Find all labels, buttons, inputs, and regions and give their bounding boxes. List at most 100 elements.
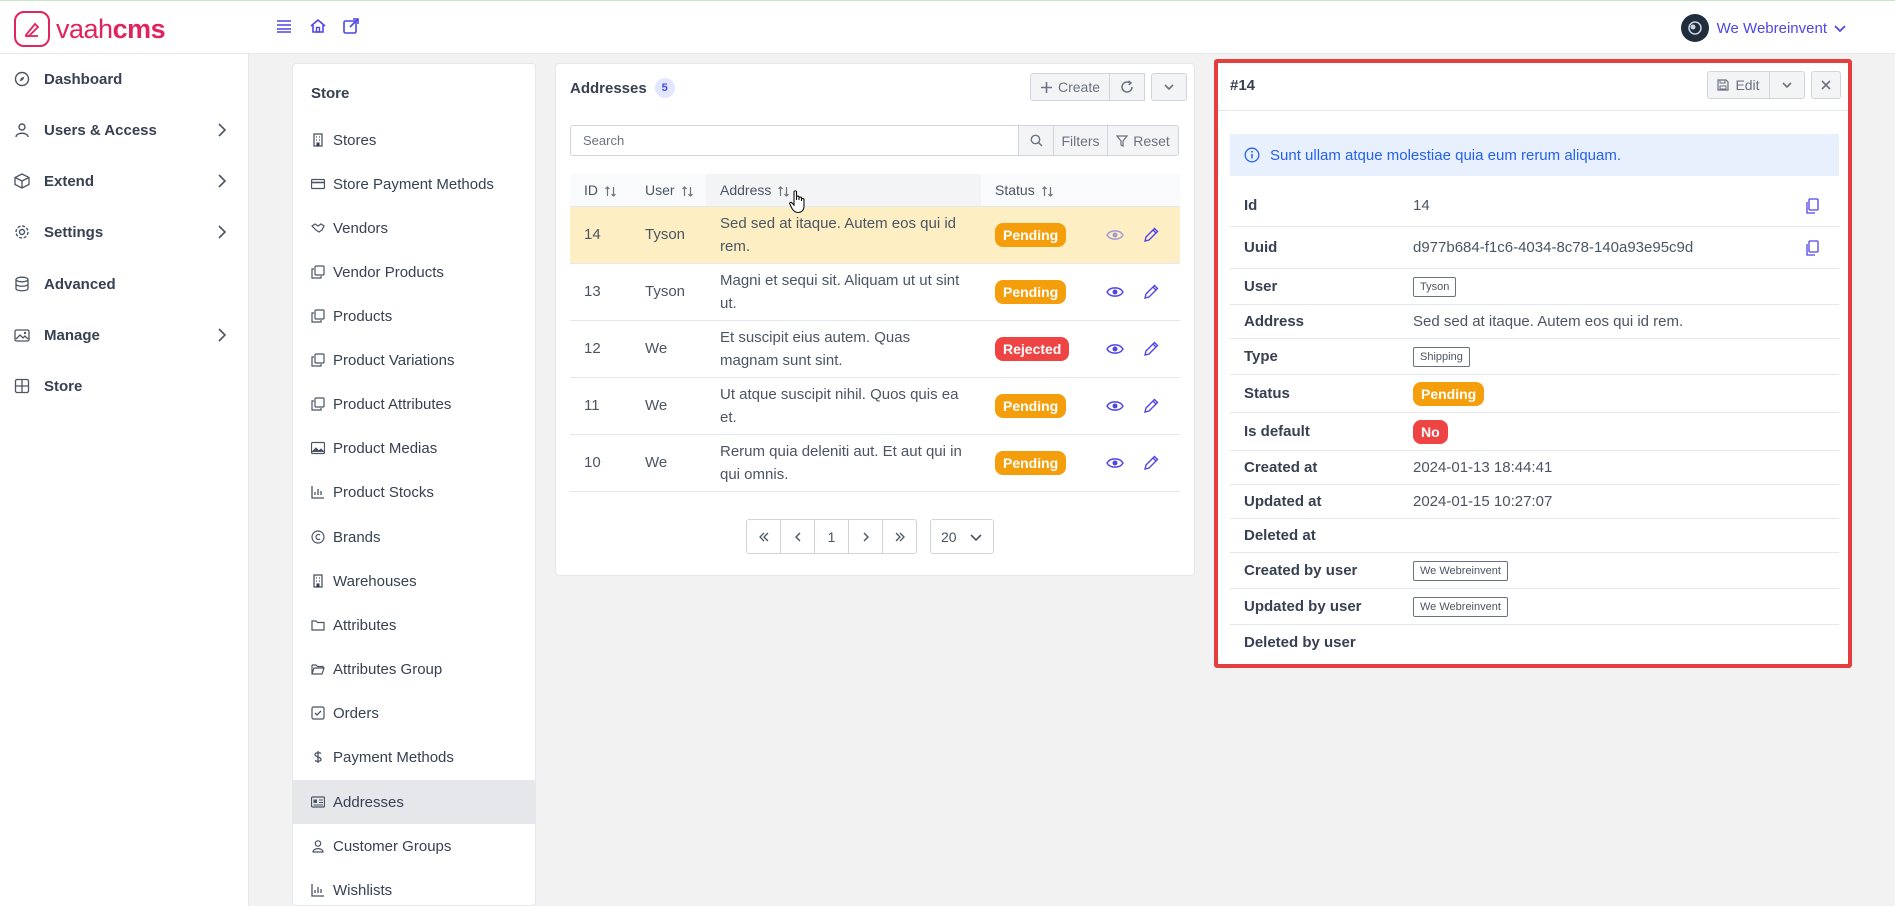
table-row[interactable]: 14 Tyson Sed sed at itaque. Autem eos qu… bbox=[570, 206, 1180, 264]
list-toolbar: Create bbox=[1030, 73, 1187, 101]
logo-text: vaahcms bbox=[56, 13, 166, 44]
cell-status: Pending bbox=[981, 206, 1092, 264]
cell-id: 11 bbox=[570, 377, 631, 435]
refresh-button[interactable] bbox=[1109, 73, 1145, 101]
filters-button[interactable]: Filters bbox=[1053, 125, 1108, 156]
cell-user: We bbox=[631, 434, 706, 492]
submenu-item-wishlists[interactable]: Wishlists bbox=[293, 868, 535, 906]
submenu-item-customer-groups[interactable]: Customer Groups bbox=[293, 824, 535, 868]
submenu-item-payment-methods[interactable]: Payment Methods bbox=[293, 735, 535, 779]
submenu-item-product-medias[interactable]: Product Medias bbox=[293, 426, 535, 470]
create-button[interactable]: Create bbox=[1030, 73, 1110, 101]
column-header-user[interactable]: User bbox=[631, 174, 706, 207]
top-bar: vaahcms We Webreinvent bbox=[0, 0, 1895, 54]
submenu-item-products[interactable]: Products bbox=[293, 294, 535, 338]
nav-item-extend[interactable]: Extend bbox=[0, 161, 249, 201]
submenu-item-stores[interactable]: Stores bbox=[293, 118, 535, 162]
chevrons-right-icon bbox=[894, 531, 906, 543]
column-header-id[interactable]: ID bbox=[570, 174, 631, 207]
id-card-icon bbox=[311, 795, 325, 809]
sort-icon bbox=[1041, 185, 1054, 198]
close-button[interactable] bbox=[1811, 71, 1841, 99]
copy-icon[interactable] bbox=[1805, 239, 1819, 256]
submenu-item-vendor-products[interactable]: Vendor Products bbox=[293, 250, 535, 294]
detail-row-type: Type Shipping bbox=[1230, 339, 1839, 375]
left-nav: Dashboard Users & Access Extend Settings… bbox=[0, 54, 249, 906]
submenu-item-orders[interactable]: Orders bbox=[293, 691, 535, 735]
status-badge: Pending bbox=[995, 450, 1067, 475]
nav-item-settings[interactable]: Settings bbox=[0, 212, 249, 252]
cell-actions bbox=[1092, 434, 1180, 492]
table-row[interactable]: 12 We Et suscipit eius autem. Quas magna… bbox=[570, 320, 1180, 378]
edit-pencil-icon[interactable] bbox=[1142, 226, 1160, 244]
submenu-item-product-variations[interactable]: Product Variations bbox=[293, 338, 535, 382]
cell-user: Tyson bbox=[631, 206, 706, 264]
edit-pencil-icon[interactable] bbox=[1142, 340, 1160, 358]
filter-clear-icon bbox=[1116, 134, 1129, 147]
copyright-icon bbox=[311, 530, 325, 544]
external-link-icon[interactable] bbox=[342, 17, 362, 37]
nav-item-users-access[interactable]: Users & Access bbox=[0, 110, 249, 150]
submenu-item-warehouses[interactable]: Warehouses bbox=[293, 559, 535, 603]
edit-pencil-icon[interactable] bbox=[1142, 454, 1160, 472]
reset-button[interactable]: Reset bbox=[1107, 125, 1179, 156]
nav-item-manage[interactable]: Manage bbox=[0, 315, 249, 355]
column-header-status[interactable]: Status bbox=[981, 174, 1092, 207]
submenu-item-vendors[interactable]: Vendors bbox=[293, 206, 535, 250]
column-header-address[interactable]: Address bbox=[706, 174, 981, 207]
detail-more-button[interactable] bbox=[1769, 71, 1805, 99]
view-eye-icon[interactable] bbox=[1106, 397, 1124, 415]
cell-address: Sed sed at itaque. Autem eos qui id rem. bbox=[706, 206, 981, 264]
prev-page-button[interactable] bbox=[780, 519, 815, 554]
home-icon[interactable] bbox=[309, 17, 329, 37]
edit-pencil-icon[interactable] bbox=[1142, 397, 1160, 415]
chevron-right-icon bbox=[215, 122, 229, 138]
edit-pencil-icon[interactable] bbox=[1142, 283, 1160, 301]
submenu-item-brands[interactable]: Brands bbox=[293, 515, 535, 559]
submenu-item-product-stocks[interactable]: Product Stocks bbox=[293, 470, 535, 514]
view-eye-icon[interactable] bbox=[1106, 283, 1124, 301]
table-row[interactable]: 11 We Ut atque suscipit nihil. Quos quis… bbox=[570, 377, 1180, 435]
logo[interactable]: vaahcms bbox=[14, 11, 166, 47]
copy-icon[interactable] bbox=[1805, 197, 1819, 214]
table-icon bbox=[14, 378, 30, 394]
submenu-item-attributes[interactable]: Attributes bbox=[293, 603, 535, 647]
more-actions-button[interactable] bbox=[1151, 73, 1187, 101]
submenu-item-attributes-group[interactable]: Attributes Group bbox=[293, 647, 535, 691]
next-page-button[interactable] bbox=[848, 519, 883, 554]
edit-button[interactable]: Edit bbox=[1707, 71, 1770, 99]
cell-address: Et suscipit eius autem. Quas magnam sunt… bbox=[706, 320, 981, 378]
user-menu[interactable]: We Webreinvent bbox=[1680, 14, 1847, 42]
menu-toggle-icon[interactable] bbox=[275, 17, 295, 37]
rows-per-page-select[interactable]: 20 bbox=[930, 519, 994, 554]
search-input[interactable] bbox=[570, 125, 1019, 156]
cell-user: Tyson bbox=[631, 263, 706, 321]
user-icon bbox=[14, 122, 30, 138]
search-button[interactable] bbox=[1018, 125, 1054, 156]
submenu-item-addresses[interactable]: Addresses bbox=[293, 780, 535, 824]
created-by-chip: We Webreinvent bbox=[1413, 560, 1508, 581]
chevron-right-icon bbox=[215, 327, 229, 343]
building-icon bbox=[311, 574, 325, 588]
database-icon bbox=[14, 276, 30, 292]
cell-address: Rerum quia deleniti aut. Et aut qui in q… bbox=[706, 434, 981, 492]
nav-item-advanced[interactable]: Advanced bbox=[0, 264, 249, 304]
list-header: Addresses 5 bbox=[570, 78, 675, 98]
view-eye-icon[interactable] bbox=[1106, 454, 1124, 472]
view-eye-icon[interactable] bbox=[1106, 226, 1124, 244]
cell-user: We bbox=[631, 320, 706, 378]
submenu-item-store-payment-methods[interactable]: Store Payment Methods bbox=[293, 162, 535, 206]
pagination: 1 bbox=[746, 519, 917, 554]
table-row[interactable]: 13 Tyson Magni et sequi sit. Aliquam ut … bbox=[570, 263, 1180, 321]
nav-item-store[interactable]: Store bbox=[0, 366, 249, 406]
submenu-item-product-attributes[interactable]: Product Attributes bbox=[293, 382, 535, 426]
detail-row-deleted-at: Deleted at bbox=[1230, 519, 1839, 553]
view-eye-icon[interactable] bbox=[1106, 340, 1124, 358]
last-page-button[interactable] bbox=[882, 519, 917, 554]
column-header-actions bbox=[1092, 174, 1180, 207]
page-number-button[interactable]: 1 bbox=[814, 519, 849, 554]
detail-title: #14 bbox=[1230, 77, 1256, 94]
nav-item-dashboard[interactable]: Dashboard bbox=[0, 59, 249, 99]
first-page-button[interactable] bbox=[746, 519, 781, 554]
table-row[interactable]: 10 We Rerum quia deleniti aut. Et aut qu… bbox=[570, 434, 1180, 492]
